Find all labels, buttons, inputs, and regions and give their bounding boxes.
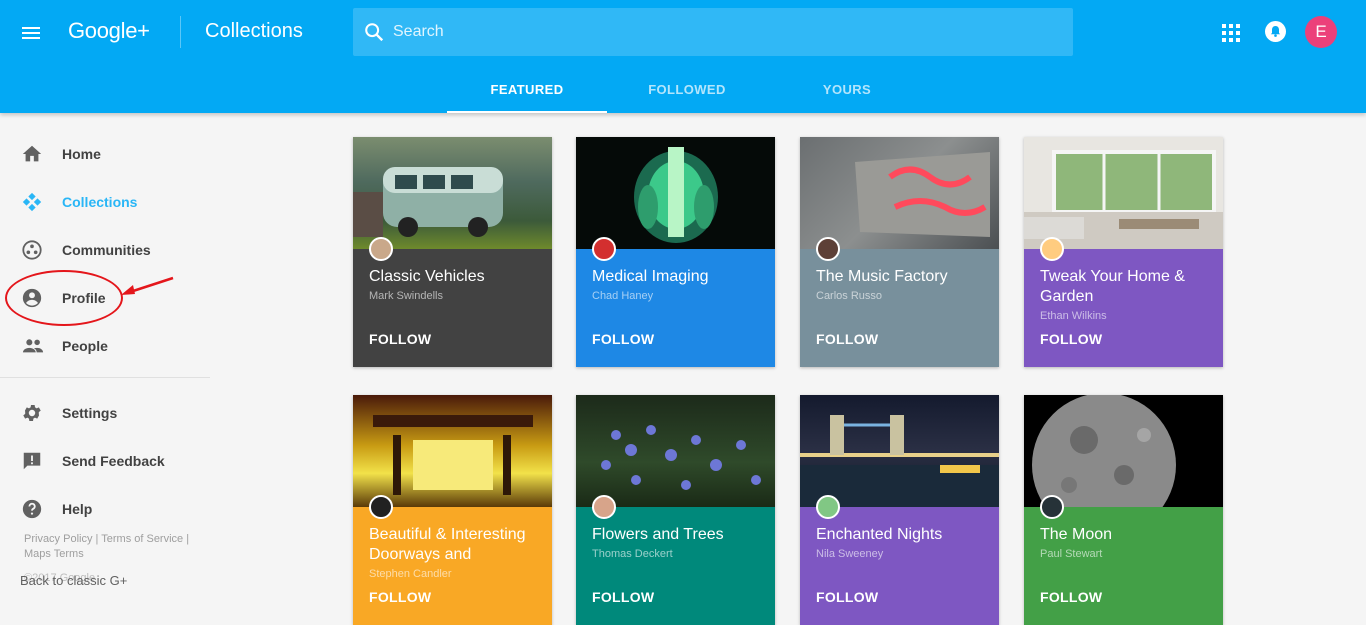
tab-yours[interactable]: YOURS (767, 72, 927, 113)
sidebar-item-label: Home (62, 146, 101, 162)
follow-button[interactable]: FOLLOW (592, 331, 654, 347)
collection-title: Beautiful & Interesting Doorways and (369, 526, 526, 563)
owner-avatar (816, 237, 840, 261)
collection-title: Classic Vehicles (369, 268, 485, 285)
terms-of-service-link[interactable]: Terms of Service (101, 533, 183, 545)
account-avatar[interactable]: E (1305, 16, 1337, 48)
collection-cover-image (1024, 137, 1223, 249)
collections-icon (22, 192, 42, 212)
people-icon (22, 339, 44, 353)
collection-cover-image (800, 137, 999, 249)
sidebar-divider (0, 377, 210, 378)
bell-icon[interactable] (1265, 21, 1286, 42)
collection-title: The Music Factory (816, 268, 948, 285)
sidebar-item-send-feedback[interactable]: Send Feedback (0, 441, 210, 481)
follow-button[interactable]: FOLLOW (369, 331, 431, 347)
sidebar-item-settings[interactable]: Settings (0, 393, 210, 433)
privacy-policy-link[interactable]: Privacy Policy (24, 533, 92, 545)
collection-owner: Mark Swindells (369, 290, 443, 302)
owner-avatar (1040, 495, 1064, 519)
collection-owner: Ethan Wilkins (1040, 310, 1107, 322)
collection-card[interactable]: Medical Imaging Chad Haney FOLLOW (576, 137, 775, 367)
owner-avatar (369, 495, 393, 519)
follow-button[interactable]: FOLLOW (1040, 331, 1102, 347)
collection-card[interactable]: The Moon Paul Stewart FOLLOW (1024, 395, 1223, 625)
collection-title: Flowers and Trees (592, 526, 724, 543)
hamburger-icon[interactable] (22, 25, 42, 41)
sidebar-item-help[interactable]: Help (0, 489, 210, 529)
collection-cover-image (1024, 395, 1223, 537)
collection-title: Medical Imaging (592, 268, 709, 285)
collection-owner: Nila Sweeney (816, 548, 884, 560)
collection-owner: Carlos Russo (816, 290, 883, 302)
collection-card[interactable]: Classic Vehicles Mark Swindells FOLLOW (353, 137, 552, 367)
collection-card[interactable]: Tweak Your Home & Garden Ethan Wilkins F… (1024, 137, 1223, 367)
search-bar[interactable] (353, 8, 1073, 56)
follow-button[interactable]: FOLLOW (816, 331, 878, 347)
collection-tabs: FEATURED FOLLOWED YOURS (447, 72, 927, 113)
sidebar-item-home[interactable]: Home (0, 134, 210, 174)
collection-owner: Stephen Candler (369, 568, 452, 580)
tab-followed[interactable]: FOLLOWED (607, 72, 767, 113)
collection-cover-image (576, 395, 775, 507)
annotation-circle (5, 270, 123, 326)
owner-avatar (1040, 237, 1064, 261)
owner-avatar (816, 495, 840, 519)
collection-owner: Paul Stewart (1040, 548, 1103, 560)
sidebar-item-label: Communities (62, 242, 151, 258)
sidebar-item-collections[interactable]: Collections (0, 182, 210, 222)
sidebar-item-label: People (62, 338, 108, 354)
owner-avatar (369, 237, 393, 261)
owner-avatar (592, 495, 616, 519)
follow-button[interactable]: FOLLOW (1040, 589, 1102, 605)
app-header: Google+ Collections E FEATURED FOLLOWED … (0, 0, 1366, 113)
communities-icon (22, 240, 42, 260)
collection-owner: Chad Haney (592, 290, 654, 302)
collection-cover-image (353, 137, 552, 249)
search-input[interactable] (393, 20, 1053, 44)
collection-card[interactable]: Flowers and Trees Thomas Deckert FOLLOW (576, 395, 775, 625)
collection-cover-image (353, 395, 552, 507)
sidebar-item-label: Collections (62, 194, 138, 210)
sidebar-item-communities[interactable]: Communities (0, 230, 210, 270)
home-icon (22, 145, 42, 162)
apps-grid-icon[interactable] (1222, 24, 1240, 42)
collection-card[interactable]: Beautiful & Interesting Doorways and Ste… (353, 395, 552, 625)
header-divider (180, 16, 181, 48)
collection-title: Enchanted Nights (816, 526, 943, 543)
google-plus-logo[interactable]: Google+ (68, 18, 150, 44)
sidebar: Home Collections Communities Profile Peo… (0, 113, 210, 610)
page-title: Collections (205, 20, 303, 42)
back-to-classic-link[interactable]: Back to classic G+ (20, 573, 127, 588)
search-icon (365, 23, 384, 42)
sidebar-item-label: Help (62, 501, 93, 517)
sidebar-item-label: Send Feedback (62, 453, 165, 469)
feedback-icon (23, 452, 41, 470)
owner-avatar (592, 237, 616, 261)
follow-button[interactable]: FOLLOW (369, 589, 431, 605)
collection-owner: Thomas Deckert (592, 548, 673, 560)
annotation-arrow (121, 276, 174, 295)
maps-terms-link[interactable]: Maps Terms (24, 548, 84, 560)
collection-cover-image (800, 395, 999, 507)
collection-card[interactable]: Enchanted Nights Nila Sweeney FOLLOW (800, 395, 999, 625)
collection-title: Tweak Your Home & Garden (1040, 268, 1185, 305)
sidebar-item-people[interactable]: People (0, 326, 210, 366)
collection-card[interactable]: The Music Factory Carlos Russo FOLLOW (800, 137, 999, 367)
follow-button[interactable]: FOLLOW (816, 589, 878, 605)
footer-links: Privacy Policy | Terms of Service | Maps… (24, 533, 190, 560)
help-icon (22, 499, 42, 519)
gear-icon (23, 404, 41, 422)
tab-featured[interactable]: FEATURED (447, 72, 607, 113)
follow-button[interactable]: FOLLOW (592, 589, 654, 605)
collection-title: The Moon (1040, 526, 1113, 543)
collection-cover-image (576, 137, 775, 249)
sidebar-item-label: Settings (62, 405, 118, 421)
